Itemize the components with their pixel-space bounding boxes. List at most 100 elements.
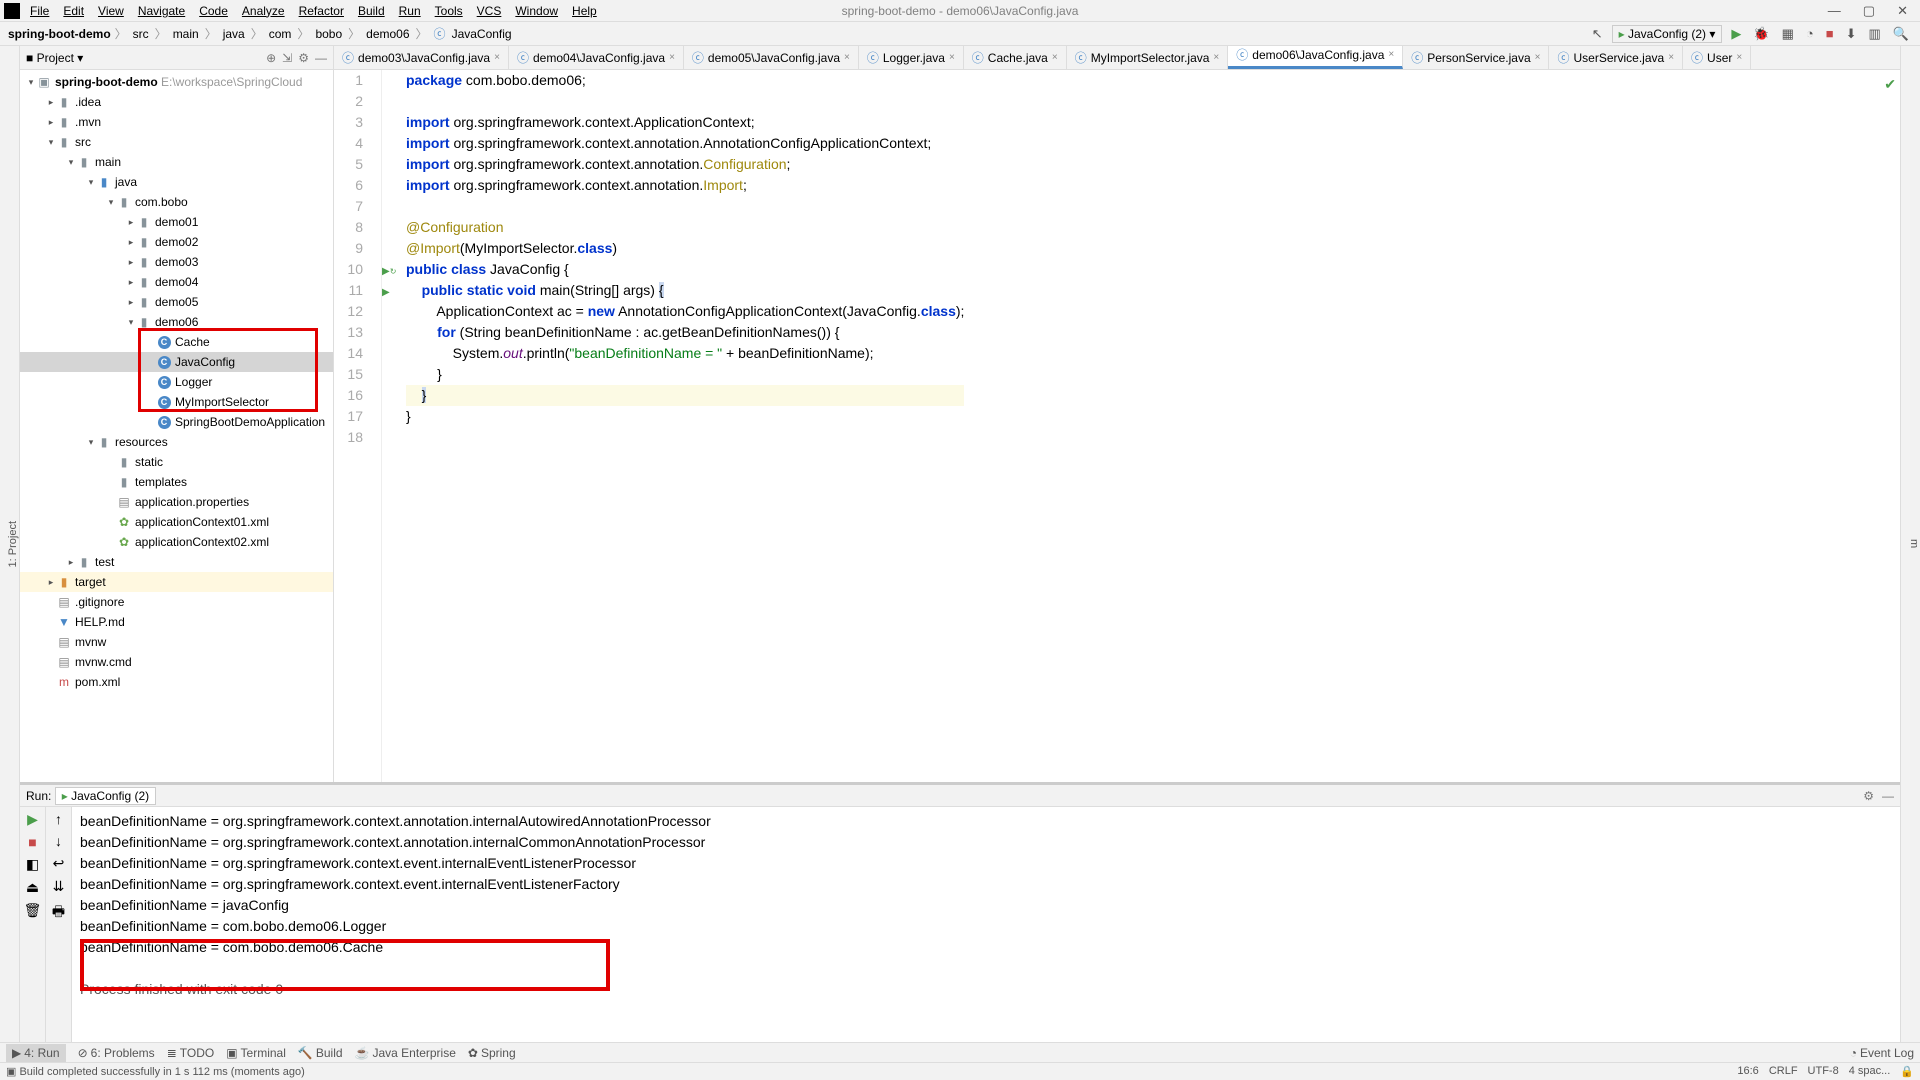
status-line-sep[interactable]: CRLF (1769, 1065, 1798, 1078)
tab-close-icon[interactable]: × (844, 52, 850, 63)
gear-icon[interactable]: ⚙ (298, 51, 309, 65)
hide-panel-icon[interactable]: — (315, 51, 327, 65)
btab-build[interactable]: 🔨 Build (298, 1046, 343, 1060)
trash-icon[interactable]: 🗑 (24, 902, 42, 919)
tree-resources[interactable]: resources (115, 435, 168, 449)
breadcrumb-main[interactable]: main (171, 27, 201, 41)
btab-run[interactable]: ▶ 4: Run (6, 1044, 66, 1062)
menu-code[interactable]: Code (193, 2, 234, 20)
minimize-icon[interactable]: — (1820, 1, 1849, 21)
tab-close-icon[interactable]: × (669, 52, 675, 63)
btab-eventlog[interactable]: ◔ Event Log (1850, 1046, 1914, 1060)
btab-problems[interactable]: ⊘ 6: Problems (78, 1046, 155, 1060)
status-encoding[interactable]: UTF-8 (1808, 1065, 1839, 1078)
breadcrumb-com[interactable]: com (267, 27, 294, 41)
breadcrumb-bobo[interactable]: bobo (313, 27, 344, 41)
stop-icon[interactable]: ■ (28, 834, 36, 850)
editor-tab[interactable]: ⓒdemo06\JavaConfig.java× (1228, 46, 1403, 69)
close-icon[interactable]: ✕ (1889, 1, 1916, 21)
editor-tab[interactable]: ⓒMyImportSelector.java× (1067, 46, 1229, 69)
tree-logger[interactable]: Logger (175, 375, 212, 389)
down-stack-icon[interactable]: ↓ (55, 833, 62, 849)
dump-icon[interactable]: ◧ (26, 856, 39, 873)
tree-src[interactable]: src (75, 135, 91, 149)
tree-mvn[interactable]: .mvn (75, 115, 101, 129)
tab-close-icon[interactable]: × (1213, 52, 1219, 63)
tree-ctx02[interactable]: applicationContext02.xml (135, 535, 269, 549)
tree-demo03[interactable]: demo03 (155, 255, 198, 269)
inspections-ok-icon[interactable]: ✔ (1884, 74, 1896, 95)
scroll-icon[interactable]: ⇊ (53, 878, 65, 895)
tab-close-icon[interactable]: × (949, 52, 955, 63)
run-hide-icon[interactable]: — (1882, 789, 1894, 803)
breadcrumb-root[interactable]: spring-boot-demo (8, 27, 111, 41)
run-tab[interactable]: ▸ JavaConfig (2) (55, 787, 156, 805)
menu-edit[interactable]: Edit (57, 2, 90, 20)
run-button-icon[interactable]: ▶ (1728, 26, 1744, 42)
tree-main[interactable]: main (95, 155, 121, 169)
stop-button-icon[interactable]: ■ (1823, 26, 1837, 41)
btab-jee[interactable]: ☕ Java Enterprise (355, 1046, 456, 1060)
code-editor[interactable]: 123456789101112131415161718 ▶↻▶ package … (334, 70, 1900, 782)
debug-button-icon[interactable]: 🐞 (1750, 26, 1772, 42)
tree-ctx01[interactable]: applicationContext01.xml (135, 515, 269, 529)
breadcrumb-src[interactable]: src (131, 27, 151, 41)
menu-view[interactable]: View (92, 2, 130, 20)
btab-todo[interactable]: ≣ TODO (167, 1046, 215, 1060)
tree-demo01[interactable]: demo01 (155, 215, 198, 229)
up-stack-icon[interactable]: ↑ (55, 811, 62, 827)
tab-close-icon[interactable]: × (1388, 49, 1394, 60)
breadcrumb-java[interactable]: java (221, 27, 247, 41)
tab-close-icon[interactable]: × (1736, 52, 1742, 63)
tree-test[interactable]: test (95, 555, 114, 569)
menu-analyze[interactable]: Analyze (236, 2, 291, 20)
tree-demo06[interactable]: demo06 (155, 315, 198, 329)
search-icon[interactable]: 🔍 (1890, 26, 1912, 42)
coverage-icon[interactable]: ▦ (1779, 26, 1797, 42)
locate-icon[interactable]: ⊕ (266, 51, 276, 65)
rail-project[interactable]: 1: Project (7, 515, 19, 573)
tree-gitignore[interactable]: .gitignore (75, 595, 124, 609)
nav-back-icon[interactable]: ↖ (1589, 26, 1606, 42)
tree-idea[interactable]: .idea (75, 95, 101, 109)
profile-icon[interactable]: ◔ (1803, 26, 1817, 41)
console-output[interactable]: beanDefinitionName = org.springframework… (72, 807, 1900, 1042)
tree-javaconfig[interactable]: JavaConfig (175, 355, 235, 369)
menu-vcs[interactable]: VCS (471, 2, 508, 20)
breadcrumb[interactable]: spring-boot-demo〉 src〉 main〉 java〉 com〉 … (8, 25, 514, 42)
menu-help[interactable]: Help (566, 2, 603, 20)
breadcrumb-class[interactable]: JavaConfig (450, 27, 514, 41)
menu-window[interactable]: Window (509, 2, 564, 20)
print-icon[interactable]: 🖶 (52, 901, 65, 925)
menu-build[interactable]: Build (352, 2, 391, 20)
tree-appprops[interactable]: application.properties (135, 495, 249, 509)
menu-refactor[interactable]: Refactor (293, 2, 350, 20)
run-settings-icon[interactable]: ⚙ (1863, 789, 1874, 803)
btab-terminal[interactable]: ▣ Terminal (226, 1046, 286, 1060)
gutter-run-class-icon[interactable]: ▶↻ (382, 261, 396, 282)
tree-help[interactable]: HELP.md (75, 615, 125, 629)
status-lock-icon[interactable]: 🔒 (1900, 1065, 1914, 1078)
exit-icon[interactable]: ⏏ (26, 879, 39, 896)
menu-navigate[interactable]: Navigate (132, 2, 191, 20)
tree-java[interactable]: java (115, 175, 137, 189)
editor-tab[interactable]: ⓒdemo05\JavaConfig.java× (684, 46, 859, 69)
tree-templates[interactable]: templates (135, 475, 187, 489)
editor-tab[interactable]: ⓒLogger.java× (859, 46, 964, 69)
tree-app[interactable]: SpringBootDemoApplication (175, 415, 325, 429)
collapse-icon[interactable]: ⇲ (282, 51, 292, 65)
tree-selector[interactable]: MyImportSelector (175, 395, 269, 409)
gutter-run-main-icon[interactable]: ▶ (382, 282, 390, 303)
tree-demo04[interactable]: demo04 (155, 275, 198, 289)
ide-structure-icon[interactable]: ▥ (1866, 26, 1884, 42)
tree-static[interactable]: static (135, 455, 163, 469)
breadcrumb-demo06[interactable]: demo06 (364, 27, 411, 41)
tree-mvnw[interactable]: mvnw (75, 635, 106, 649)
tree-root[interactable]: spring-boot-demo (55, 75, 158, 89)
maximize-icon[interactable]: ▢ (1855, 1, 1883, 21)
vcs-update-icon[interactable]: ⬇ (1843, 26, 1860, 42)
status-caret-pos[interactable]: 16:6 (1737, 1065, 1758, 1078)
rerun-icon[interactable]: ▶ (27, 811, 38, 828)
project-tool-label[interactable]: ■ Project ▾ (26, 51, 83, 65)
tab-close-icon[interactable]: × (1668, 52, 1674, 63)
